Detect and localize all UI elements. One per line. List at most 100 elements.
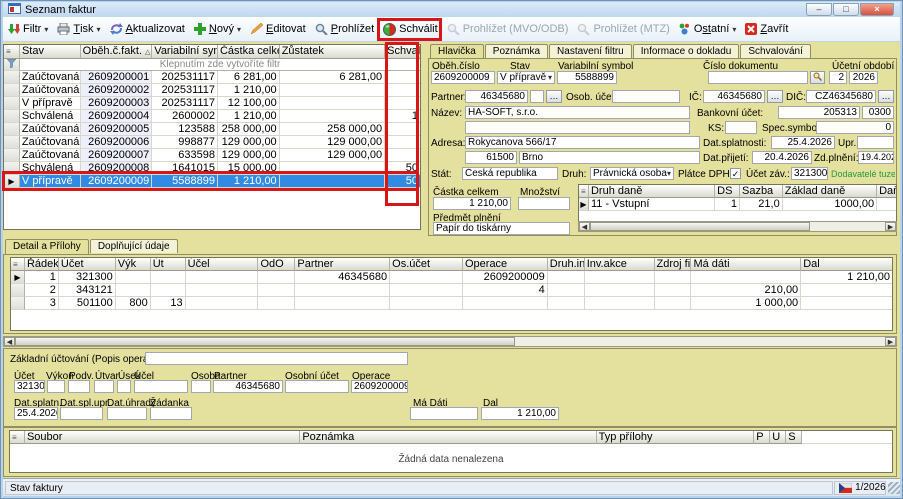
upr-field[interactable]	[857, 136, 894, 149]
scroll-left-icon[interactable]: ◀	[4, 337, 15, 346]
grid-corner-button[interactable]: ≡	[4, 45, 20, 59]
psc-field[interactable]: 61500	[465, 151, 517, 164]
dat-prijeti-field[interactable]: 20.4.2026	[752, 151, 812, 164]
dat-uhrady-field[interactable]	[107, 407, 147, 420]
filter-button[interactable]: Filtr ▾	[8, 23, 48, 35]
tax-grid-hscrollbar[interactable]: ◀ ▶	[578, 221, 897, 232]
nazev-field[interactable]: HA-SOFT, s.r.o.	[465, 106, 690, 119]
column-header-partner[interactable]: Partner	[295, 258, 390, 271]
column-header-ma-dati[interactable]: Má dáti	[691, 258, 801, 271]
obdobi-mesic-field[interactable]: 2	[829, 71, 847, 84]
scroll-right-icon[interactable]: ▶	[885, 222, 896, 231]
table-row[interactable]: Zaúčtovaná 2609200002 202531117 1 210,00	[4, 84, 420, 97]
new-caret-icon[interactable]: ▾	[237, 25, 241, 34]
dic-field[interactable]: CZ46345680	[806, 90, 876, 103]
column-header-zaklad[interactable]: Základ daně	[783, 185, 877, 198]
mnozstvi-field[interactable]	[518, 197, 570, 210]
view-button[interactable]: Prohlížet	[315, 23, 374, 35]
column-header-soubor[interactable]: Soubor	[25, 431, 300, 444]
table-row[interactable]: 2 343121 4 210,00	[11, 284, 892, 297]
table-row[interactable]: V přípravě 2609200003 202531117 12 100,0…	[4, 97, 420, 110]
table-row[interactable]: Zaúčtovaná 2609200005 123588 258 000,00 …	[4, 123, 420, 136]
cislo-dokumentu-field[interactable]	[708, 71, 808, 84]
column-header-schvalovaci[interactable]: Schvalova	[385, 45, 420, 59]
obeh-cislo-field[interactable]: 2609200009	[431, 71, 495, 84]
podv-field[interactable]	[68, 380, 90, 393]
other-button[interactable]: Ostatní ▾	[679, 23, 737, 35]
close-button[interactable]: ×	[860, 3, 894, 16]
dal-field[interactable]: 1 210,00	[481, 407, 559, 420]
tab-informace[interactable]: Informace o dokladu	[633, 44, 740, 58]
osob-ucet-field[interactable]	[612, 90, 680, 103]
ucel-field[interactable]	[134, 380, 188, 393]
close-list-button[interactable]: Zavřít	[745, 23, 788, 35]
grid-corner-button[interactable]: ≡	[579, 185, 589, 198]
column-header-u[interactable]: U	[770, 431, 786, 444]
column-header-zustatek[interactable]: Zůstatek	[280, 45, 385, 59]
adresa-field[interactable]: Rokycanova 566/17	[465, 136, 700, 149]
refresh-button[interactable]: Aktualizovat	[110, 23, 185, 35]
scrollbar-thumb[interactable]	[15, 337, 515, 346]
table-row[interactable]: Schválená 2609200008 1641015 15 000,00 5…	[4, 162, 420, 175]
nazev2-field[interactable]	[465, 121, 690, 134]
dat-splatnosti-field[interactable]: 25.4.2026	[771, 136, 835, 149]
partner-sub-field[interactable]	[530, 90, 544, 103]
ks-field[interactable]	[725, 121, 757, 134]
new-button[interactable]: Nový ▾	[194, 23, 241, 35]
column-header-vyk[interactable]: Výk	[116, 258, 151, 271]
table-row[interactable]: Schválená 2609200004 2600002 1 210,00 1	[4, 110, 420, 123]
scroll-right-icon[interactable]: ▶	[885, 337, 896, 346]
castka-celkem-field[interactable]: 1 210,00	[433, 197, 511, 210]
column-header-poznamka[interactable]: Poznámka	[300, 431, 596, 444]
table-row[interactable]: ▶ 11 - Vstupní 1 21,0 1000,00	[579, 198, 896, 211]
druh-select[interactable]: Právnická osoba▾	[590, 167, 674, 180]
grid-corner-button[interactable]: ≡	[10, 431, 25, 444]
maximize-button[interactable]: □	[833, 3, 859, 16]
grid-corner-button[interactable]: ≡	[11, 258, 25, 271]
vykon-field[interactable]	[47, 380, 65, 393]
column-header-obeh[interactable]: Oběh.č.fakt.△	[81, 45, 153, 59]
column-header-dal[interactable]: Dal	[801, 258, 892, 271]
tab-schvalovani[interactable]: Schvalování	[740, 44, 810, 58]
ucet-field[interactable]: 321300	[14, 380, 45, 393]
column-header-inv-akce[interactable]: Inv.akce	[585, 258, 655, 271]
print-caret-icon[interactable]: ▾	[97, 25, 101, 34]
column-header-sazba[interactable]: Sazba	[740, 185, 783, 198]
filter-hint[interactable]: Klepnutím zde vytvoříte filtr	[20, 59, 420, 71]
stav-select[interactable]: V přípravě▾	[497, 71, 555, 84]
dat-spl-upr-field[interactable]	[60, 407, 103, 420]
platce-dph-checkbox[interactable]: ✓	[730, 168, 741, 179]
column-header-ut[interactable]: Út	[151, 258, 186, 271]
tab-doplnujici-udaje[interactable]: Doplňující údaje	[90, 239, 178, 253]
tab-detail-prilohy[interactable]: Detail a Přílohy	[5, 239, 89, 254]
column-header-ucet[interactable]: Účet	[59, 258, 116, 271]
minimize-button[interactable]: –	[806, 3, 832, 16]
zd-plneni-field[interactable]: 19.4.2026	[858, 151, 894, 164]
partner-lookup-button[interactable]: …	[546, 90, 562, 103]
column-header-s[interactable]: S	[786, 431, 802, 444]
table-row[interactable]: 3 501100 800 13 1 000,00	[11, 297, 892, 310]
osobni-ucet-field[interactable]	[285, 380, 349, 393]
bank-ucet-field[interactable]: 205313	[778, 106, 860, 119]
filter-caret-icon[interactable]: ▾	[44, 25, 48, 34]
column-header-castka[interactable]: Částka celkem	[218, 45, 280, 59]
approve-button[interactable]: Schválit	[383, 23, 438, 36]
column-header-zdroj-fin[interactable]: Zdroj fin.	[655, 258, 692, 271]
column-header-dan[interactable]: Daň	[877, 185, 896, 198]
tab-poznamka[interactable]: Poznámka	[485, 44, 548, 58]
zadanka-field[interactable]	[150, 407, 192, 420]
edit-button[interactable]: Editovat	[250, 23, 306, 35]
table-row[interactable]: ▶ 1 321300 46345680 2609200009 1 210,00	[11, 271, 892, 284]
column-header-typ-prilohy[interactable]: Typ přílohy	[597, 431, 755, 444]
ma-dati-field[interactable]	[410, 407, 478, 420]
obdobi-rok-field[interactable]: 2026	[849, 71, 878, 84]
dat-splatn-field[interactable]: 25.4.2026	[14, 407, 58, 420]
table-row[interactable]: Zaúčtovaná 2609200006 998877 129 000,00 …	[4, 136, 420, 149]
ic-field[interactable]: 46345680	[703, 90, 765, 103]
scrollbar-thumb[interactable]	[590, 222, 810, 231]
column-header-var-symbol[interactable]: Variabilní symbol	[152, 45, 218, 59]
scroll-left-icon[interactable]: ◀	[579, 222, 590, 231]
column-header-p[interactable]: P	[754, 431, 770, 444]
tab-nastaveni-filtru[interactable]: Nastavení filtru	[549, 44, 632, 58]
column-header-druh-inv[interactable]: Druh.inv.	[548, 258, 585, 271]
